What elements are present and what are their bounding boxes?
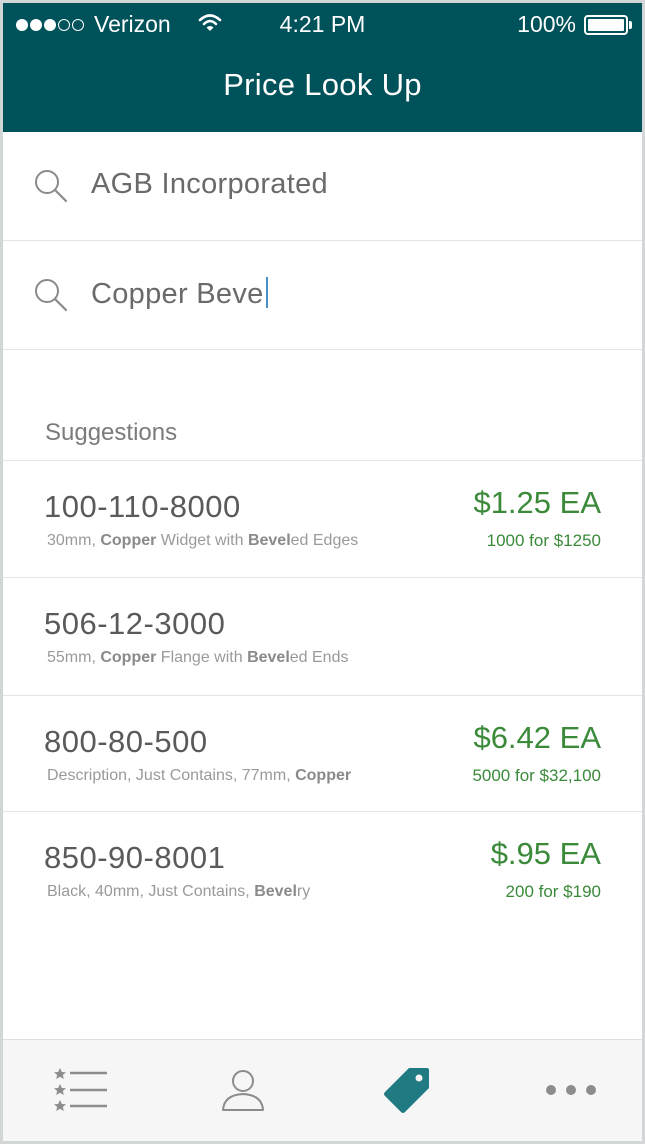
person-icon <box>222 1070 264 1111</box>
app-frame: Verizon 4:21 PM 100% Price Look Up AGB I… <box>3 3 642 1141</box>
battery-percent: 100% <box>517 11 576 37</box>
part-description: 30mm, Copper Widget with Beveled Edges <box>47 532 358 550</box>
matched-term: Bevel <box>247 649 290 666</box>
matched-term: Copper <box>100 649 157 666</box>
suggestion-row[interactable]: 850-90-8001 Black, 40mm, Just Contains, B… <box>3 812 642 928</box>
part-number: 100-110-8000 <box>44 489 241 524</box>
status-bar: Verizon 4:21 PM 100% <box>3 3 642 43</box>
tab-price-lookup[interactable] <box>372 1060 442 1120</box>
description-text: Black <box>47 883 87 900</box>
product-search-input-wrapper[interactable]: Copper Beve <box>91 277 268 311</box>
description-text: 55mm, <box>47 649 101 666</box>
matched-term: Bevel <box>247 532 291 549</box>
part-number: 506-12-3000 <box>44 606 226 641</box>
tab-bar <box>3 1039 642 1141</box>
text-cursor <box>265 277 268 308</box>
page-title: Price Look Up <box>223 67 422 102</box>
battery-icon <box>584 14 632 35</box>
starred-list-icon <box>54 1068 107 1111</box>
status-right: 100% <box>517 11 632 38</box>
product-search-field[interactable]: Copper Beve <box>3 241 642 350</box>
description-text: ed Edges <box>290 532 359 549</box>
suggestion-row[interactable]: 506-12-3000 55mm, Copper Flange with Beve… <box>3 578 642 696</box>
unit-price: $6.42 EA <box>473 720 601 755</box>
search-icon <box>35 170 68 203</box>
description-text: 30mm, <box>47 532 101 549</box>
matched-term: Copper <box>100 532 157 549</box>
quantity-price: 1000 for $1250 <box>486 531 601 550</box>
part-number: 800-80-500 <box>44 724 208 759</box>
part-number: 850-90-8001 <box>44 840 226 875</box>
product-search-input[interactable]: Copper Beve <box>91 278 264 310</box>
description-text: ed Ends <box>289 649 349 666</box>
suggestions-heading: Suggestions <box>45 419 178 446</box>
search-icon <box>35 279 68 312</box>
tab-favorites-list[interactable] <box>46 1060 116 1120</box>
suggestion-row[interactable]: 800-80-500 Description, Just Contains, 77… <box>3 696 642 812</box>
part-description: Description, Just Contains, 77mm, Copper <box>47 767 351 785</box>
suggestion-row[interactable]: 100-110-8000 30mm, Copper Widget with Bev… <box>3 461 642 578</box>
description-text: , 40mm, Just Contains, <box>86 883 255 900</box>
quantity-price: 5000 for $32,100 <box>472 766 601 785</box>
part-description: Black, 40mm, Just Contains, Bevelry <box>47 883 310 901</box>
quantity-price: 200 for $190 <box>505 882 601 901</box>
matched-term: Bevel <box>254 883 297 900</box>
unit-price: $1.25 EA <box>473 485 601 520</box>
more-dots-icon <box>546 1085 596 1095</box>
unit-price: $.95 EA <box>490 836 601 871</box>
customer-search-field[interactable]: AGB Incorporated <box>3 132 642 241</box>
description-text: Widget with <box>156 532 248 549</box>
customer-search-input[interactable]: AGB Incorporated <box>91 168 328 201</box>
tab-more[interactable] <box>536 1060 606 1120</box>
description-text: Description, Just Contains, 77mm, <box>47 767 296 784</box>
price-tag-icon <box>384 1068 429 1113</box>
app-header: Verizon 4:21 PM 100% Price Look Up <box>3 3 642 132</box>
matched-term: Copper <box>295 767 352 784</box>
description-text: ry <box>296 883 311 900</box>
description-text: Flange with <box>156 649 248 666</box>
part-description: 55mm, Copper Flange with Beveled Ends <box>47 649 348 667</box>
tab-account[interactable] <box>208 1060 278 1120</box>
